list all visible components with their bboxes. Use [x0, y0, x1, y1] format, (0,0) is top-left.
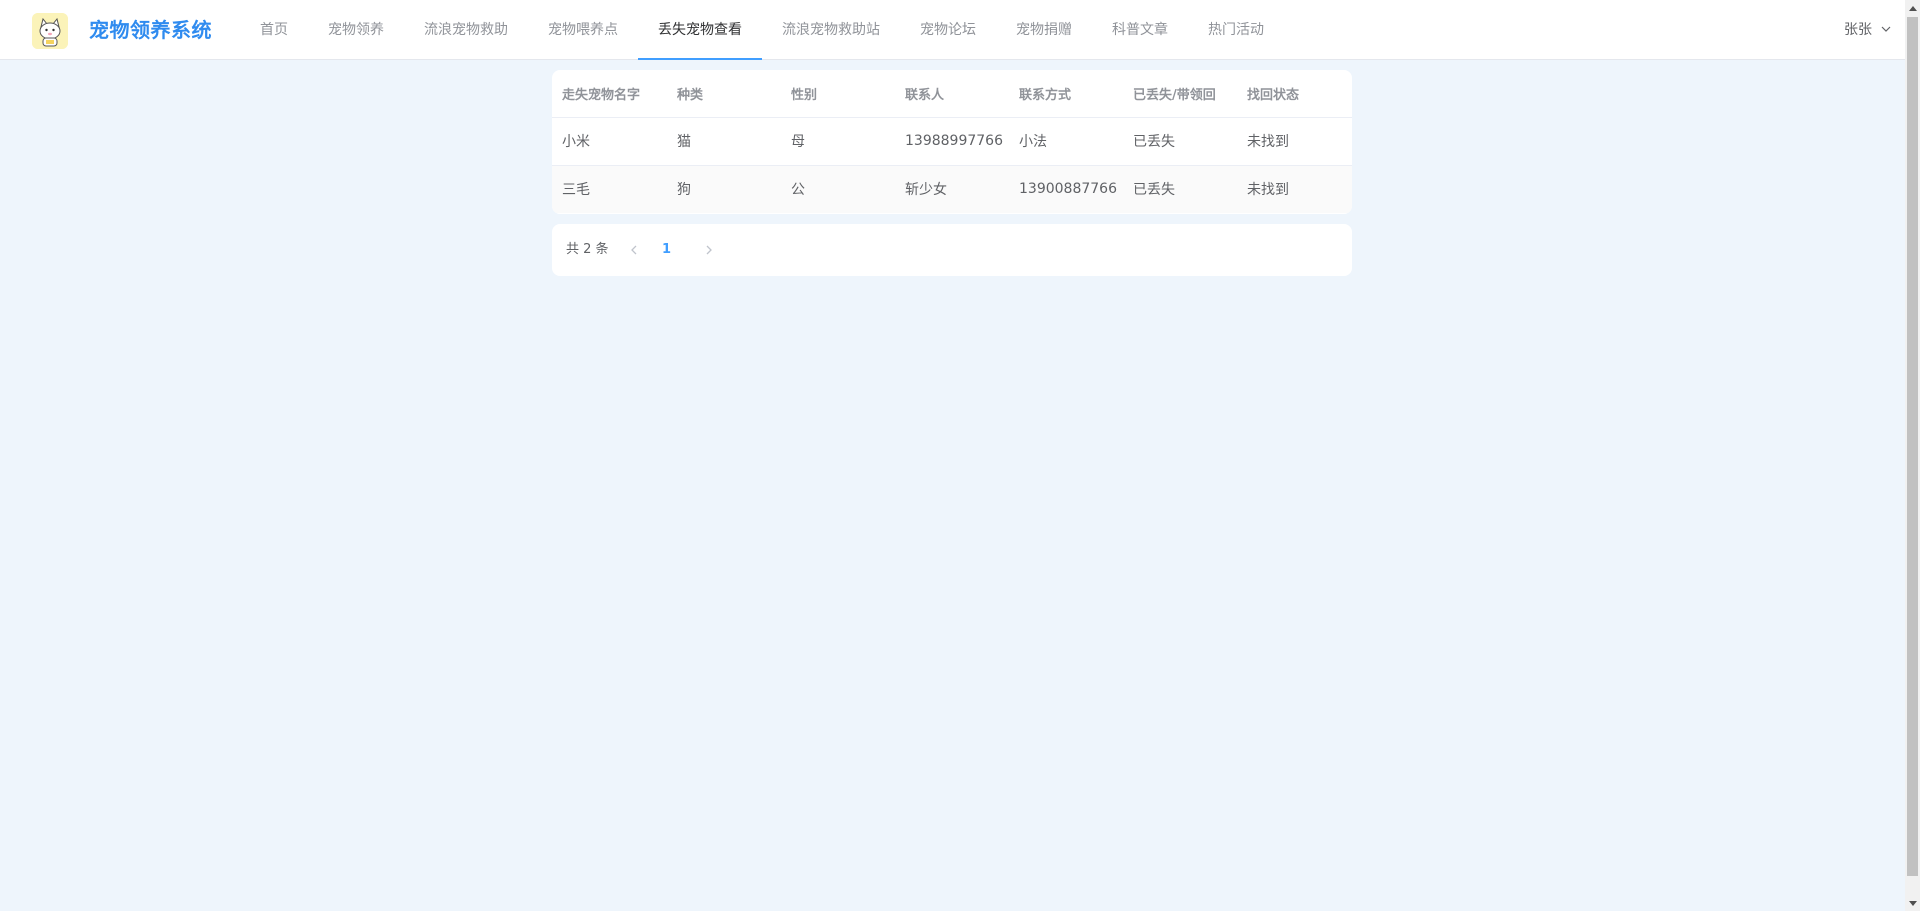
column-header: 联系方式: [1009, 70, 1123, 118]
cat-logo-icon: [32, 13, 68, 49]
user-menu[interactable]: 张张: [1844, 0, 1891, 60]
column-header: 找回状态: [1237, 70, 1352, 118]
nav-item-feeding-points[interactable]: 宠物喂养点: [528, 0, 638, 60]
nav-item-activities[interactable]: 热门活动: [1188, 0, 1284, 60]
brand-title: 宠物领养系统: [89, 18, 212, 42]
nav-item-rescue-stations[interactable]: 流浪宠物救助站: [762, 0, 900, 60]
prev-page-button[interactable]: [624, 240, 644, 260]
table-cell: 公: [781, 165, 895, 213]
nav-item-stray-rescue[interactable]: 流浪宠物救助: [404, 0, 528, 60]
chevron-down-icon: [1881, 0, 1891, 60]
next-page-button[interactable]: [699, 240, 719, 260]
table-row[interactable]: 小米 猫 母 13988997766 小法 已丢失 未找到: [552, 117, 1352, 166]
nav-item-forum[interactable]: 宠物论坛: [900, 0, 996, 60]
table-cell: 小法: [1009, 117, 1123, 166]
table-cell: 未找到: [1237, 165, 1352, 213]
logo-icon[interactable]: [32, 13, 68, 49]
column-header: 性别: [781, 70, 895, 118]
top-header: 宠物领养系统 首页 宠物领养 流浪宠物救助 宠物喂养点 丢失宠物查看 流浪宠物救…: [0, 0, 1905, 60]
table-cell: 斩少女: [895, 165, 1009, 213]
table-cell: 已丢失: [1123, 165, 1237, 213]
lost-pets-table-card: 走失宠物名字 种类 性别 联系人 联系方式 已丢失/带领回 找回状态 小米 猫 …: [552, 70, 1352, 214]
main-nav: 首页 宠物领养 流浪宠物救助 宠物喂养点 丢失宠物查看 流浪宠物救助站 宠物论坛…: [240, 0, 1284, 60]
nav-item-lost-pets[interactable]: 丢失宠物查看: [638, 0, 762, 60]
column-header: 种类: [667, 70, 781, 118]
scroll-down-arrow-icon[interactable]: [1905, 896, 1920, 911]
table-row[interactable]: 三毛 狗 公 斩少女 13900887766 已丢失 未找到: [552, 165, 1352, 213]
page-scrollbar[interactable]: [1905, 0, 1920, 911]
scroll-up-arrow-icon[interactable]: [1905, 0, 1920, 15]
nav-item-adoption[interactable]: 宠物领养: [308, 0, 404, 60]
column-header: 走失宠物名字: [552, 70, 667, 118]
table-cell: 13988997766: [895, 117, 1009, 166]
table-cell: 小米: [552, 117, 667, 166]
chevron-right-icon: [706, 245, 712, 255]
user-name: 张张: [1844, 22, 1872, 38]
table-cell: 未找到: [1237, 117, 1352, 166]
table-cell: 已丢失: [1123, 117, 1237, 166]
table-cell: 狗: [667, 165, 781, 213]
page-number-button[interactable]: 1: [662, 224, 671, 276]
nav-item-articles[interactable]: 科普文章: [1092, 0, 1188, 60]
table-cell: 三毛: [552, 165, 667, 213]
table-cell: 13900887766: [1009, 165, 1123, 213]
pagination: 共 2 条 1: [552, 224, 1352, 276]
nav-item-home[interactable]: 首页: [240, 0, 308, 60]
table-cell: 猫: [667, 117, 781, 166]
column-header: 联系人: [895, 70, 1009, 118]
column-header: 已丢失/带领回: [1123, 70, 1237, 118]
nav-item-donation[interactable]: 宠物捐赠: [996, 0, 1092, 60]
scrollbar-thumb[interactable]: [1907, 17, 1918, 876]
chevron-left-icon: [631, 245, 637, 255]
pagination-total: 共 2 条: [566, 242, 609, 257]
table-header-row: 走失宠物名字 种类 性别 联系人 联系方式 已丢失/带领回 找回状态: [552, 70, 1352, 118]
table-cell: 母: [781, 117, 895, 166]
lost-pets-table: 走失宠物名字 种类 性别 联系人 联系方式 已丢失/带领回 找回状态 小米 猫 …: [552, 70, 1352, 213]
